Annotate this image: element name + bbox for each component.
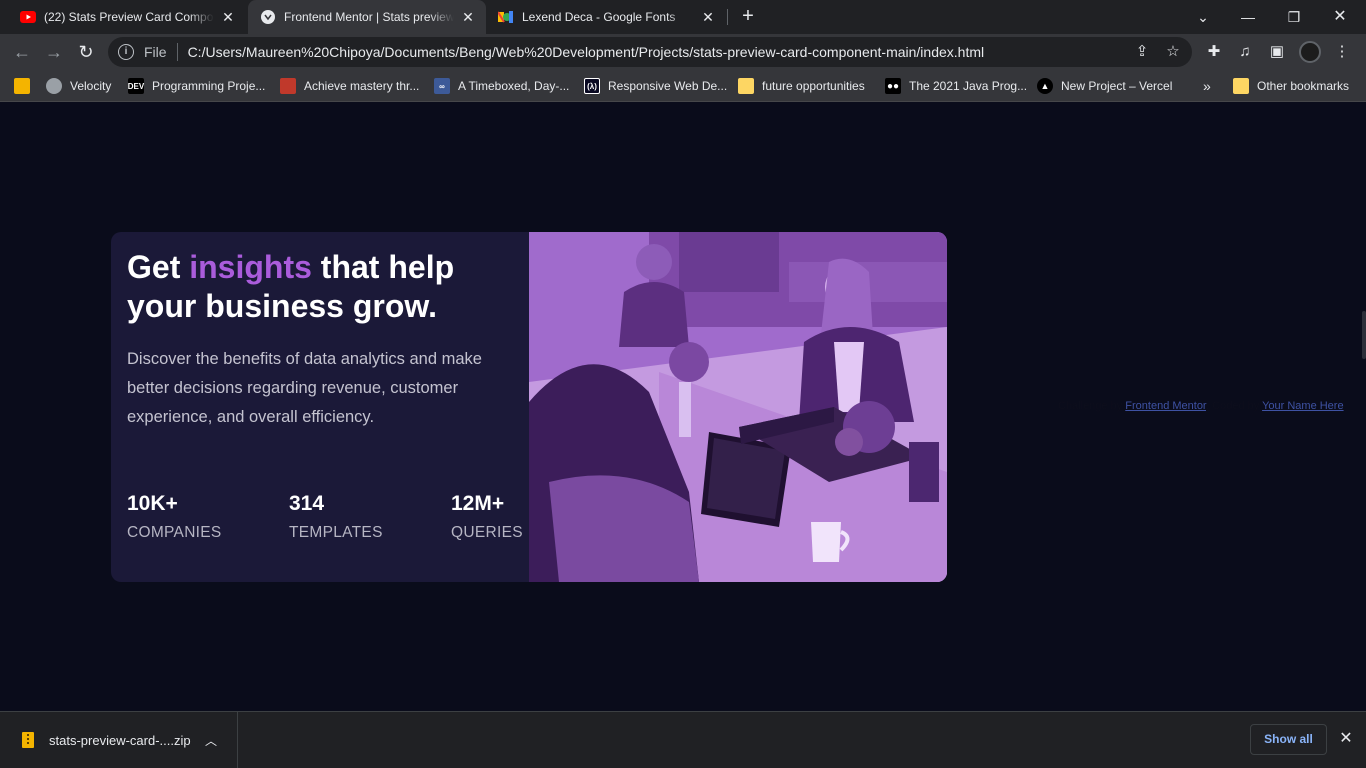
- bookmark-label: Responsive Web De...: [608, 79, 728, 93]
- stat-companies: 10K+ COMPANIES: [127, 490, 222, 542]
- bookmark-label: A Timeboxed, Day-...: [458, 79, 570, 93]
- stats-preview-card: Get insights that help your business gro…: [111, 232, 947, 582]
- office-photo: [529, 232, 947, 582]
- attribution: Challenge by Frontend Mentor. Coded by Y…: [1058, 400, 1344, 412]
- card-description: Discover the benefits of data analytics …: [127, 350, 482, 426]
- infinity-icon: ∞: [434, 78, 450, 94]
- bookmark-vercel[interactable]: ▲ New Project – Vercel: [1037, 77, 1172, 95]
- medium-icon: ●●: [885, 78, 901, 94]
- chevron-up-icon[interactable]: ︿: [205, 732, 217, 749]
- downloads-bar: stats-preview-card-....zip ︿ Show all ✕: [0, 711, 1366, 768]
- close-downloads-icon[interactable]: ✕: [1336, 729, 1356, 749]
- kebab-menu-icon[interactable]: ⋮: [1333, 43, 1351, 61]
- stat-value: 314: [289, 492, 325, 515]
- stat-value: 10K+: [127, 492, 178, 515]
- bookmark-dev[interactable]: DEV Programming Proje...: [128, 77, 265, 95]
- tab-title: Lexend Deca - Google Fonts: [522, 10, 676, 24]
- author-link[interactable]: Your Name Here: [1262, 400, 1344, 412]
- office-photo-illustration: [529, 232, 947, 582]
- bookmarks-overflow-icon[interactable]: »: [1203, 77, 1211, 95]
- tab-strip: (22) Stats Preview Card Compone ✕ Fronte…: [0, 0, 1366, 34]
- window-close-icon[interactable]: ✕: [1329, 6, 1351, 28]
- tab-search-chevron-icon[interactable]: ⌄: [1192, 6, 1214, 28]
- stat-label: TEMPLATES: [289, 524, 383, 541]
- stat-templates: 314 TEMPLATES: [289, 490, 383, 542]
- share-icon[interactable]: ⇪: [1133, 43, 1151, 61]
- youtube-icon: [20, 9, 36, 25]
- card-content: Get insights that help your business gro…: [111, 232, 529, 582]
- bookmark-label: Velocity: [70, 79, 112, 93]
- zip-file-icon: [22, 732, 34, 748]
- tab-google-fonts[interactable]: Lexend Deca - Google Fonts ✕: [488, 0, 726, 34]
- omnibox-divider: [176, 43, 178, 61]
- tab-title: Frontend Mentor | Stats preview: [284, 10, 454, 24]
- back-arrow-icon[interactable]: ←: [10, 40, 34, 64]
- browser-chrome: (22) Stats Preview Card Compone ✕ Fronte…: [0, 0, 1366, 102]
- vercel-icon: ▲: [1037, 78, 1053, 94]
- show-all-button[interactable]: Show all: [1250, 724, 1327, 755]
- profile-avatar[interactable]: [1299, 41, 1321, 63]
- scrollbar-thumb[interactable]: [1362, 311, 1366, 359]
- headline-accent: insights: [189, 249, 312, 285]
- minimize-icon[interactable]: —: [1237, 6, 1259, 28]
- other-bookmarks[interactable]: Other bookmarks: [1233, 77, 1349, 95]
- bookmark-label: The 2021 Java Prog...: [909, 79, 1028, 93]
- tab-title: (22) Stats Preview Card Compone: [44, 10, 214, 24]
- bookmark-java[interactable]: ●● The 2021 Java Prog...: [885, 77, 1027, 95]
- bookmark-future[interactable]: future opportunities: [738, 77, 865, 95]
- book-icon: [280, 78, 296, 94]
- slides-icon: [14, 78, 30, 94]
- bookmark-label: future opportunities: [762, 79, 865, 93]
- bookmark-label: New Project – Vercel: [1061, 79, 1173, 93]
- bookmark-mastery[interactable]: Achieve mastery thr...: [280, 77, 419, 95]
- bookmark-label: Programming Proje...: [152, 79, 266, 93]
- freecodecamp-icon: (λ): [584, 78, 600, 94]
- download-item[interactable]: stats-preview-card-....zip ︿: [0, 712, 238, 768]
- stat-label: COMPANIES: [127, 524, 222, 541]
- download-filename: stats-preview-card-....zip: [49, 732, 191, 748]
- new-tab-plus-icon[interactable]: +: [738, 6, 758, 26]
- folder-icon: [1233, 78, 1249, 94]
- info-icon[interactable]: i: [118, 44, 134, 60]
- bookmark-velocity[interactable]: Velocity: [46, 77, 111, 95]
- frontend-mentor-link[interactable]: Frontend Mentor: [1125, 400, 1206, 412]
- tab-frontend-mentor[interactable]: Frontend Mentor | Stats preview ✕: [248, 0, 486, 34]
- toolbar: ← → ↻ i File C:/Users/Maureen%20Chipoya/…: [0, 34, 1366, 70]
- bookmark-label: Other bookmarks: [1257, 79, 1350, 93]
- folder-icon: [738, 78, 754, 94]
- globe-icon: [46, 78, 62, 94]
- bookmark-star-icon[interactable]: ☆: [1164, 43, 1182, 61]
- close-tab-icon[interactable]: ✕: [220, 9, 236, 25]
- close-tab-icon[interactable]: ✕: [460, 9, 476, 25]
- stat-value: 12M+: [451, 492, 505, 515]
- address-bar[interactable]: i File C:/Users/Maureen%20Chipoya/Docume…: [108, 37, 1192, 67]
- reload-icon[interactable]: ↻: [74, 40, 98, 64]
- bookmark-label: Achieve mastery thr...: [304, 79, 420, 93]
- card-headline: Get insights that help your business gro…: [127, 249, 455, 324]
- frontend-mentor-icon: [260, 9, 276, 25]
- bookmark-slides[interactable]: [14, 77, 30, 95]
- stat-label: QUERIES: [451, 524, 523, 541]
- close-tab-icon[interactable]: ✕: [700, 9, 716, 25]
- google-fonts-icon: [498, 9, 514, 25]
- page-viewport: Get insights that help your business gro…: [0, 103, 1366, 711]
- url-scheme-label: File: [144, 44, 167, 60]
- tab-separator: [727, 9, 728, 25]
- side-panel-icon[interactable]: ▣: [1268, 43, 1286, 61]
- bookmark-responsive[interactable]: (λ) Responsive Web De...: [584, 77, 727, 95]
- url-text[interactable]: C:/Users/Maureen%20Chipoya/Documents/Ben…: [188, 44, 985, 60]
- restore-icon[interactable]: ❐: [1283, 6, 1305, 28]
- forward-arrow-icon[interactable]: →: [42, 40, 66, 64]
- tab-youtube[interactable]: (22) Stats Preview Card Compone ✕: [8, 0, 246, 34]
- stat-queries: 12M+ QUERIES: [451, 490, 523, 542]
- extensions-puzzle-icon[interactable]: ✚: [1205, 43, 1223, 61]
- media-controls-icon[interactable]: ♫: [1236, 43, 1254, 61]
- dev-icon: DEV: [128, 78, 144, 94]
- bookmark-timeboxed[interactable]: ∞ A Timeboxed, Day-...: [434, 77, 569, 95]
- bookmarks-bar: Velocity DEV Programming Proje... Achiev…: [0, 70, 1366, 102]
